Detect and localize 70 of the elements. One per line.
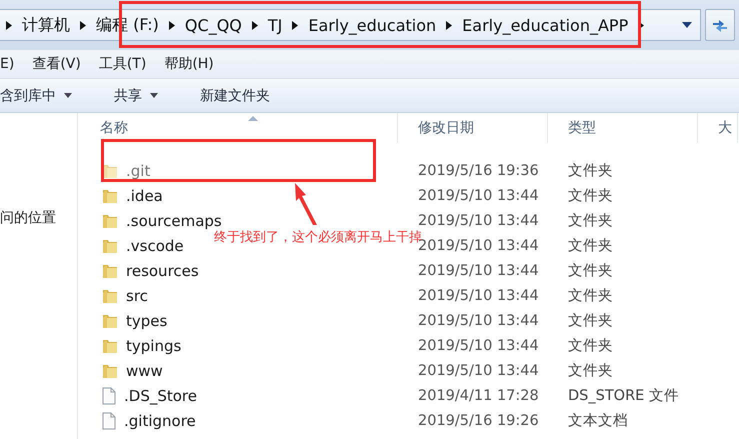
folder-icon [102, 162, 118, 178]
table-cell-text: 文件夹 [567, 262, 614, 280]
file-name[interactable]: src [126, 286, 148, 304]
table-cell-text: 2019/5/10 13:44 [417, 338, 540, 354]
table-cell-text: 文件夹 [567, 212, 614, 230]
chevron-icon [168, 20, 175, 30]
table-cell-text: DS_STORE 文件 [567, 387, 680, 405]
folder-icon [102, 312, 118, 328]
dropdown-icon[interactable] [682, 22, 692, 28]
refresh-button[interactable] [705, 9, 735, 41]
table-cell-text: 文件夹 [567, 337, 614, 355]
table-cell-text: 文件夹 [567, 162, 614, 180]
breadcrumb[interactable]: 计算机 [22, 14, 70, 36]
menu-item[interactable]: E) [0, 56, 14, 72]
table-cell-text: 2019/5/16 19:26 [417, 412, 540, 428]
file-name[interactable]: types [126, 312, 168, 330]
sort-icon [248, 116, 258, 121]
folder-icon [102, 338, 118, 354]
chevron-icon [6, 20, 12, 30]
table-cell-text: 文件夹 [567, 187, 614, 205]
file-name[interactable]: .idea [126, 186, 163, 204]
breadcrumb[interactable]: QC_QQ [184, 16, 242, 34]
folder-icon [102, 288, 118, 304]
file-name[interactable]: .DS_Store [124, 386, 197, 404]
table-cell-text: 2019/5/10 13:44 [417, 312, 540, 328]
folder-icon [102, 262, 118, 278]
table-cell-text: 文件夹 [567, 237, 614, 255]
table-cell-text: 文件夹 [567, 312, 614, 330]
chevron-icon [292, 20, 298, 30]
menu-item[interactable]: 帮助(H) [164, 55, 214, 73]
breadcrumb[interactable]: Early_education_APP [462, 16, 628, 34]
file-name[interactable]: www [126, 362, 163, 380]
table-cell-text: 文本文档 [567, 412, 629, 430]
breadcrumb[interactable]: Early_education [308, 16, 436, 34]
table-cell-text: 2019/5/10 13:44 [417, 212, 540, 228]
refresh-icon [711, 17, 729, 33]
table-cell-text: 2019/5/10 13:44 [417, 288, 540, 304]
menu-item[interactable]: 查看(V) [32, 55, 81, 73]
table-cell-text: 2019/4/11 17:28 [417, 388, 540, 404]
file-name[interactable]: .vscode [126, 236, 184, 254]
chevron-icon [446, 20, 452, 30]
table-cell-text: 2019/5/10 13:44 [417, 362, 540, 378]
file-name[interactable]: .gitignore [124, 412, 196, 430]
nav-item[interactable]: 问的位置 [0, 210, 56, 226]
table-cell-text: 文件夹 [567, 362, 614, 380]
table-cell-text: 2019/5/16 19:36 [417, 162, 540, 178]
chevron-icon [80, 20, 86, 30]
table-cell-text: 2019/5/10 13:44 [417, 262, 540, 278]
file-name[interactable]: .sourcemaps [126, 212, 222, 230]
file-name[interactable]: typings [126, 336, 182, 354]
file-icon [102, 386, 116, 404]
folder-icon [102, 212, 118, 228]
folder-icon [102, 188, 118, 204]
toolbar-button[interactable]: 含到库中 [0, 82, 78, 108]
folder-icon [102, 362, 118, 378]
chevron-icon [252, 20, 258, 30]
breadcrumb[interactable]: TJ [268, 16, 282, 34]
toolbar-button[interactable]: 新建文件夹 [194, 82, 276, 108]
file-name[interactable]: .git [126, 162, 150, 180]
column-header[interactable]: 名称 [78, 113, 398, 143]
file-name[interactable]: resources [126, 262, 199, 280]
toolbar-button[interactable]: 共享 [108, 82, 164, 108]
column-header[interactable]: 修改日期 [398, 113, 548, 143]
column-header[interactable]: 类型 [548, 113, 698, 143]
folder-icon [102, 238, 118, 254]
menu-item[interactable]: 工具(T) [98, 55, 146, 73]
table-cell-text: 文件夹 [567, 287, 614, 305]
table-cell-text: 2019/5/10 13:44 [417, 188, 540, 204]
column-header[interactable]: 大 [698, 113, 738, 143]
file-icon [102, 412, 116, 430]
